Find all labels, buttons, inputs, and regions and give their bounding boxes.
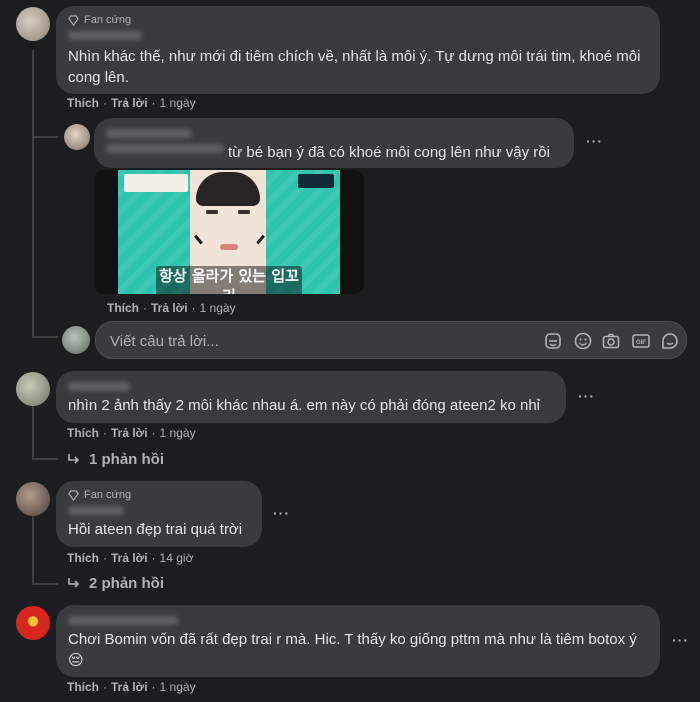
author-name[interactable] xyxy=(106,129,192,138)
thread-line-branch xyxy=(32,136,58,138)
sticker-icon[interactable] xyxy=(543,331,563,351)
view-replies-link[interactable]: 2 phản hồi xyxy=(67,575,164,592)
replies-count: 1 phản hồi xyxy=(89,451,164,468)
avatar[interactable] xyxy=(16,372,50,406)
timestamp[interactable]: 1 ngày xyxy=(160,96,196,110)
comment-bubble: Fan cứng Nhìn khác thế, như mới đi tiêm … xyxy=(56,6,660,94)
fan-badge: Fan cứng xyxy=(68,489,131,501)
my-avatar[interactable] xyxy=(62,326,90,354)
comment-actions: Thích · Trả lời · 1 ngày xyxy=(107,301,236,315)
attached-image[interactable]: 항상 올라가 있는 입꼬리 xyxy=(94,170,364,294)
timestamp[interactable]: 14 giờ xyxy=(160,551,194,565)
more-options-button[interactable]: ··· xyxy=(586,133,603,149)
comment-actions: Thích · Trả lời · 1 ngày xyxy=(67,426,196,440)
like-link[interactable]: Thích xyxy=(67,680,99,694)
emoji-icon[interactable] xyxy=(573,331,593,351)
avatar[interactable] xyxy=(16,606,50,640)
more-options-button[interactable]: ··· xyxy=(672,632,689,648)
thread-line xyxy=(32,50,34,337)
reply-box: GIF xyxy=(95,321,687,360)
comment-text: Nhìn khác thế, như mới đi tiêm chích về,… xyxy=(68,48,641,86)
timestamp[interactable]: 1 ngày xyxy=(160,680,196,694)
reply-input[interactable] xyxy=(108,322,532,360)
reply-arrow-icon xyxy=(68,577,80,588)
reply-link[interactable]: Trả lời xyxy=(111,551,148,565)
thread-line-curve xyxy=(32,458,58,460)
more-options-button[interactable]: ··· xyxy=(273,505,290,521)
replies-count: 2 phản hồi xyxy=(89,575,164,592)
comment-bubble: Fan cứng Hồi ateen đẹp trai quá trời xyxy=(56,481,262,547)
comment-bubble: Chơi Bomin vốn đã rất đẹp trai r mà. Hic… xyxy=(56,605,660,677)
thread-line xyxy=(32,404,34,459)
comment-bubble: từ bé bạn ý đã có khoé môi cong lên như … xyxy=(94,118,574,168)
reply-arrow-icon xyxy=(68,453,80,464)
image-caption: 항상 올라가 있는 입꼬리 xyxy=(156,266,302,294)
comment-text: nhìn 2 ảnh thấy 2 môi khác nhau á. em nà… xyxy=(68,397,541,414)
author-name[interactable] xyxy=(68,31,142,40)
comment-actions: Thích · Trả lời · 14 giờ xyxy=(67,551,194,565)
author-name[interactable] xyxy=(68,382,130,391)
more-options-button[interactable]: ··· xyxy=(578,388,595,404)
author-name-line2 xyxy=(106,144,224,153)
reply-link[interactable]: Trả lời xyxy=(111,426,148,440)
gif-icon[interactable]: GIF xyxy=(631,331,651,351)
author-name[interactable] xyxy=(68,616,178,625)
diamond-icon xyxy=(68,14,79,26)
diamond-icon xyxy=(68,489,79,501)
like-link[interactable]: Thích xyxy=(107,301,139,315)
timestamp[interactable]: 1 ngày xyxy=(200,301,236,315)
avatar[interactable] xyxy=(16,482,50,516)
comment-text: từ bé bạn ý đã có khoé môi cong lên như … xyxy=(228,144,550,161)
avatar-sticker-icon[interactable] xyxy=(660,331,680,351)
thread-line-curve xyxy=(32,583,58,585)
badge-label: Fan cứng xyxy=(84,14,132,26)
like-link[interactable]: Thích xyxy=(67,96,99,110)
comment-text: Chơi Bomin vốn đã rất đẹp trai r mà. Hic… xyxy=(68,631,637,669)
comment-actions: Thích · Trả lời · 1 ngày xyxy=(67,680,196,694)
comment-actions: Thích · Trả lời · 1 ngày xyxy=(67,96,196,110)
comment-bubble: nhìn 2 ảnh thấy 2 môi khác nhau á. em nà… xyxy=(56,371,566,423)
reply-link[interactable]: Trả lời xyxy=(111,680,148,694)
thread-line xyxy=(32,515,34,584)
reply-link[interactable]: Trả lời xyxy=(111,96,148,110)
timestamp[interactable]: 1 ngày xyxy=(160,426,196,440)
thread-line-curve xyxy=(32,336,58,338)
like-link[interactable]: Thích xyxy=(67,551,99,565)
reply-link[interactable]: Trả lời xyxy=(151,301,188,315)
like-link[interactable]: Thích xyxy=(67,426,99,440)
svg-text:GIF: GIF xyxy=(636,340,646,346)
author-name[interactable] xyxy=(68,506,124,515)
badge-label: Fan cứng xyxy=(84,489,132,501)
comment-text: Hồi ateen đẹp trai quá trời xyxy=(68,521,243,538)
camera-icon[interactable] xyxy=(601,331,621,351)
view-replies-link[interactable]: 1 phản hồi xyxy=(67,451,164,468)
avatar[interactable] xyxy=(16,7,50,41)
fan-badge: Fan cứng xyxy=(68,14,131,26)
avatar[interactable] xyxy=(64,124,90,150)
